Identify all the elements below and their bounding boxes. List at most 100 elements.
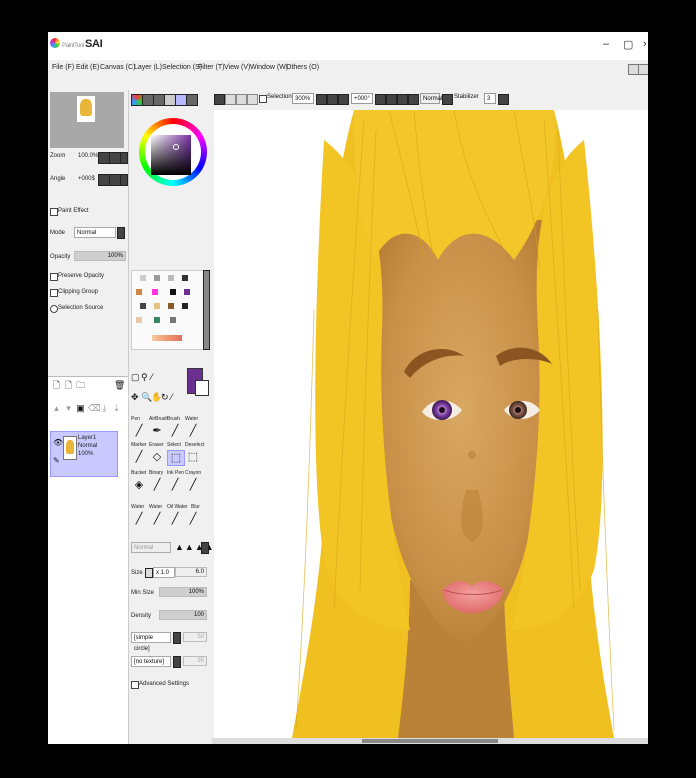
layer-merge-icon[interactable]: ⤓ xyxy=(100,403,109,414)
undo-icon[interactable] xyxy=(236,94,247,105)
brush-shape-dropdown-icon[interactable] xyxy=(173,632,181,644)
advanced-settings-checkbox[interactable] xyxy=(131,681,139,689)
folder-icon[interactable]: 🗀 xyxy=(76,380,85,391)
move-icon[interactable]: ✥ xyxy=(131,392,139,402)
brush-preset-dark-icon[interactable] xyxy=(201,542,209,554)
brush-shape-strength[interactable]: 50 xyxy=(183,632,207,642)
menu-selection[interactable]: Selection (S) xyxy=(162,64,202,71)
color-picker-cursor[interactable] xyxy=(173,144,179,150)
swatches-scrollbar[interactable] xyxy=(203,270,210,350)
blend-mode-dropdown-icon[interactable] xyxy=(442,94,453,105)
rect-select-icon[interactable]: ▢ xyxy=(131,372,140,382)
trash-icon[interactable]: 🗑 xyxy=(114,380,125,391)
layer-opacity-slider[interactable]: 100% xyxy=(74,251,126,261)
menu-filter[interactable]: Filter (T) xyxy=(198,64,224,71)
water-tool-icon[interactable]: ╱ xyxy=(185,424,201,438)
minimize-icon[interactable]: – xyxy=(603,38,609,50)
select-tool-icon[interactable]: ⬚ xyxy=(167,450,185,466)
menu-edit[interactable]: Edit (E) xyxy=(76,64,99,71)
color-swatches[interactable] xyxy=(131,270,205,350)
min-size-slider[interactable]: 100% xyxy=(159,587,207,597)
brush-blend-select[interactable]: Normal xyxy=(131,542,171,553)
zoom-dropdown-icon[interactable] xyxy=(316,94,327,105)
zoom-in-icon[interactable] xyxy=(338,94,349,105)
brush-icon[interactable]: ╱ xyxy=(185,512,201,526)
inkpen-tool-icon[interactable]: ╱ xyxy=(167,478,183,492)
blend-mode-field[interactable]: Normal xyxy=(420,93,442,104)
layer-move-up-icon[interactable]: ▴ xyxy=(52,403,61,414)
new-layer-icon[interactable]: 🗋 xyxy=(52,380,61,391)
eye-icon[interactable]: 👁 xyxy=(53,438,63,447)
water2-tool-icon[interactable]: ╱ xyxy=(131,512,147,526)
new-linework-layer-icon[interactable]: 🗋 xyxy=(64,380,73,391)
panel-toggle-right-icon[interactable] xyxy=(638,64,648,75)
stabilizer-dropdown-icon[interactable] xyxy=(498,94,509,105)
layer-mode-select[interactable]: Normal xyxy=(74,227,116,238)
magic-wand-icon[interactable]: ⁄ xyxy=(151,372,153,382)
close-icon[interactable]: › xyxy=(643,38,647,50)
tool-label-crayon: Crayon xyxy=(185,470,202,476)
crayon-tool-icon[interactable]: ╱ xyxy=(185,478,201,492)
app-title: PaintToolSAI xyxy=(62,38,103,50)
density-slider[interactable]: 100 xyxy=(159,610,207,620)
menu-window[interactable]: Window (W) xyxy=(250,64,288,71)
layer-mask-icon[interactable]: ▣ xyxy=(76,403,85,414)
clipping-group-checkbox[interactable] xyxy=(50,289,58,297)
flip-icon[interactable] xyxy=(408,94,419,105)
menu-file[interactable]: File (F) xyxy=(52,64,74,71)
layer-transfer-icon[interactable]: ⇣ xyxy=(112,403,121,414)
size-multiplier[interactable]: x 1.0 xyxy=(153,567,175,578)
drawing-canvas[interactable] xyxy=(214,110,648,738)
menu-layer[interactable]: Layer (L) xyxy=(134,64,162,71)
brush-texture-dropdown-icon[interactable] xyxy=(173,656,181,668)
rotate-ccw-icon[interactable] xyxy=(375,94,386,105)
scratchpad-toggle-icon[interactable] xyxy=(186,94,198,106)
paint-effect-checkbox[interactable] xyxy=(50,208,58,216)
eyedropper-icon[interactable]: ⁄ xyxy=(171,392,173,402)
bucket-icon[interactable]: ◈ xyxy=(131,478,147,492)
redo-icon[interactable] xyxy=(247,94,258,105)
marker-tool-icon[interactable]: ╱ xyxy=(131,450,147,464)
angle-field[interactable]: +000° xyxy=(351,93,373,104)
size-multiplier-dropdown-icon[interactable] xyxy=(145,568,153,578)
zoom-out-icon[interactable] xyxy=(327,94,338,105)
secondary-color-swatch[interactable] xyxy=(195,380,209,396)
maximize-icon[interactable]: ▢ xyxy=(623,38,633,51)
deselect-icon[interactable] xyxy=(214,94,225,105)
navigator-preview[interactable] xyxy=(50,92,124,148)
invert-selection-icon[interactable] xyxy=(225,94,236,105)
menu-others[interactable]: Others (O) xyxy=(286,64,319,71)
menu-view[interactable]: View (V) xyxy=(224,64,250,71)
oilwater-tool-icon[interactable]: ╱ xyxy=(167,512,183,526)
airbrush-tool-icon[interactable]: ✒ xyxy=(149,424,165,438)
rotate-icon[interactable]: ↻ xyxy=(161,392,169,402)
eraser-icon[interactable]: ◇ xyxy=(149,450,165,464)
brush-shape-select[interactable]: [simple circle] xyxy=(131,632,171,652)
zoom-field[interactable]: 300% xyxy=(292,93,314,104)
layer-mode-dropdown-icon[interactable] xyxy=(117,227,125,239)
rotate-cw-icon[interactable] xyxy=(386,94,397,105)
zoom-reset-button[interactable] xyxy=(120,152,128,164)
layer-item[interactable]: 👁 ✎ Layer1 Normal 100% xyxy=(50,431,118,477)
size-slider[interactable]: 6.0 xyxy=(175,567,207,577)
selection-source-checkbox[interactable] xyxy=(50,305,58,313)
layer-clear-icon[interactable]: ⌫ xyxy=(88,403,101,414)
water3-tool-icon[interactable]: ╱ xyxy=(149,512,165,526)
pen-tool-icon[interactable]: ╱ xyxy=(131,424,147,438)
brush-texture-select[interactable]: [no texture] xyxy=(131,656,171,667)
brush-tool-icon[interactable]: ╱ xyxy=(167,424,183,438)
deselect-tool-icon[interactable]: ⬚ xyxy=(185,450,201,464)
binary-tool-icon[interactable]: ╱ xyxy=(149,478,165,492)
tool-label-marker: Marker xyxy=(131,442,147,448)
layer-move-down-icon[interactable]: ▾ xyxy=(64,403,73,414)
brush-texture-strength[interactable]: 95 xyxy=(183,656,207,666)
preserve-opacity-checkbox[interactable] xyxy=(50,273,58,281)
saturation-value-square[interactable] xyxy=(151,135,191,175)
stabilizer-field[interactable]: 3 xyxy=(484,93,496,104)
show-selection-checkbox[interactable] xyxy=(259,95,267,103)
rotate-reset-icon[interactable] xyxy=(397,94,408,105)
canvas-horizontal-scrollbar[interactable] xyxy=(212,738,648,744)
menu-canvas[interactable]: Canvas (C) xyxy=(100,64,135,71)
lasso-icon[interactable]: ⚲ xyxy=(141,372,148,382)
rotate-reset-button[interactable] xyxy=(120,174,128,186)
